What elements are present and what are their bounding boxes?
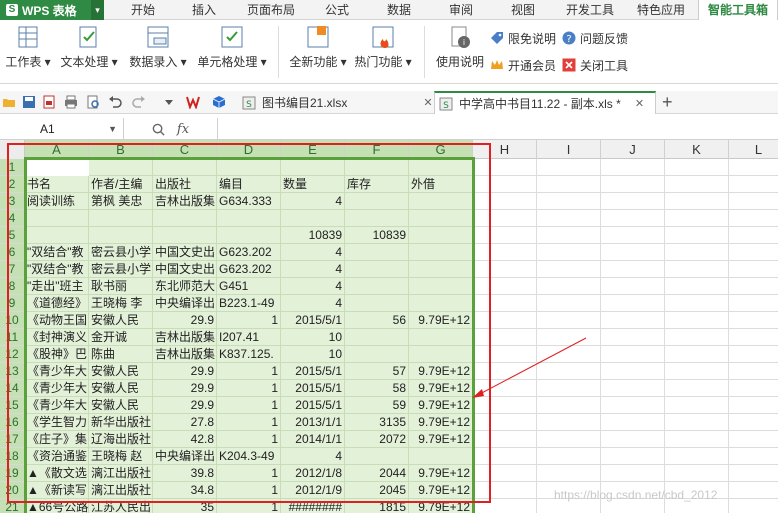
zoom-search-icon[interactable] [152, 123, 165, 136]
feedback-button[interactable]: ? 问题反馈 [562, 30, 628, 46]
excel-file-icon: S [242, 96, 256, 110]
chevron-down-icon: ▾ [337, 55, 347, 69]
hot-feature-button[interactable]: 热门功能 ▾ [352, 24, 414, 70]
print-preview-icon[interactable] [86, 95, 100, 109]
formula-tools: fx [124, 118, 218, 140]
tab-data[interactable]: 数据 [372, 0, 426, 20]
help-info-label: 使用说明 [435, 55, 484, 69]
worksheet-label: 工作表 [5, 55, 42, 69]
close-icon[interactable]: ✕ [423, 96, 432, 109]
svg-text:S: S [443, 101, 449, 111]
hot-feature-label: 热门功能 [354, 55, 403, 69]
text-process-button[interactable]: 文本处理 ▾ [58, 24, 120, 70]
doc-tab-2[interactable]: S 中学高中书目11.22 - 副本.xls * ✕ [434, 91, 656, 114]
export-pdf-icon[interactable] [42, 95, 56, 109]
open-folder-icon[interactable] [2, 95, 16, 109]
annotation-arrow-head [472, 389, 484, 398]
tab-page-layout[interactable]: 页面布局 [238, 0, 304, 20]
annotation-arrow [472, 337, 587, 398]
worksheet-button[interactable]: 工作表 ▾ [4, 24, 52, 70]
cell-process-label: 单元格处理 [197, 55, 258, 69]
free-trial-info-label: 限免说明 [508, 31, 557, 46]
cell-reference: A1 [40, 122, 55, 136]
new-feature-icon [307, 26, 329, 48]
tab-view[interactable]: 视图 [496, 0, 550, 20]
cube-icon[interactable] [212, 95, 226, 109]
tab-review[interactable]: 审阅 [434, 0, 488, 20]
formula-bar: A1 ▼ fx [0, 118, 778, 140]
help-info-icon: i [451, 26, 470, 48]
chevron-down-icon: ▾ [177, 55, 187, 69]
menu-bar: S WPS 表格 ▾ 开始 插入 页面布局 公式 数据 审阅 视图 开发工具 特… [0, 0, 778, 20]
chevron-down-icon: ▾ [108, 55, 118, 69]
text-process-icon [79, 26, 97, 48]
new-feature-button[interactable]: 全新功能 ▾ [284, 24, 352, 70]
svg-text:?: ? [566, 34, 571, 45]
data-entry-button[interactable]: 数据录入 ▾ [126, 24, 190, 70]
ribbon: 工作表 ▾ 文本处理 ▾ 数据录入 ▾ 单元格处理 ▾ 全新功能 ▾ 热门功能 … [0, 20, 778, 84]
tab-formulas[interactable]: 公式 [312, 0, 362, 20]
undo-icon[interactable] [108, 95, 122, 109]
wps-w-logo-icon[interactable] [186, 95, 200, 109]
ribbon-divider [424, 26, 425, 78]
svg-text:S: S [246, 100, 252, 110]
close-tools-button[interactable]: 关闭工具 [562, 57, 628, 73]
wps-logo-icon: S [6, 4, 18, 16]
hot-feature-icon [372, 26, 394, 48]
tag-icon [491, 32, 503, 44]
doc-tab-1-label: 图书编目21.xlsx [262, 96, 348, 110]
wps-app-button[interactable]: S WPS 表格 ▾ [0, 0, 104, 20]
tab-insert[interactable]: 插入 [176, 0, 232, 20]
close-icon[interactable]: ✕ [635, 97, 644, 110]
excel-file-icon: S [439, 97, 453, 111]
free-trial-info-button[interactable]: 限免说明 [490, 30, 556, 46]
new-tab-plus-icon[interactable]: + [662, 92, 673, 113]
annotation-arrow-line [475, 337, 587, 397]
spreadsheet-grid: ABCDEFGHIJKL 1 2 书名 作者/主编 出版社 编目 数量 库存 外借 3 阅读训练 第枫… [0, 140, 778, 513]
doc-tab-2-label: 中学高中书目11.22 - 副本.xls * [459, 97, 621, 111]
worksheet-icon [18, 26, 38, 48]
customize-dropdown-icon[interactable] [162, 95, 176, 109]
data-entry-label: 数据录入 [129, 55, 178, 69]
close-icon [562, 58, 576, 72]
quick-access-bar: S 图书编目21.xlsx ✕ S 中学高中书目11.22 - 副本.xls *… [0, 91, 778, 114]
chevron-down-icon: ▾ [41, 55, 51, 69]
redo-icon[interactable] [132, 95, 146, 109]
chevron-down-icon: ▾ [402, 55, 412, 69]
crown-icon [491, 60, 503, 69]
doc-tab-1[interactable]: S 图书编目21.xlsx ✕ [238, 91, 434, 114]
tab-home[interactable]: 开始 [116, 0, 170, 20]
feedback-label: 问题反馈 [580, 31, 629, 46]
tab-smart-toolbox[interactable]: 智能工具箱 [698, 0, 778, 20]
watermark-text: https://blog.csdn.net/cbd_2012 [554, 488, 718, 502]
ribbon-divider [278, 26, 279, 78]
chevron-down-icon[interactable]: ▼ [108, 118, 117, 140]
insert-function-button[interactable]: fx [177, 122, 189, 137]
cell-process-button[interactable]: 单元格处理 ▾ [194, 24, 270, 70]
tab-special[interactable]: 特色应用 [628, 0, 694, 20]
formula-input[interactable] [220, 118, 776, 140]
tab-developer[interactable]: 开发工具 [556, 0, 624, 20]
chevron-down-icon[interactable]: ▾ [91, 0, 104, 20]
save-icon[interactable] [22, 95, 36, 109]
wps-app-label: WPS 表格 [22, 3, 77, 18]
chevron-down-icon: ▾ [257, 55, 267, 69]
membership-button[interactable]: 开通会员 [490, 57, 556, 73]
cell-process-icon [221, 26, 243, 48]
print-icon[interactable] [64, 95, 78, 109]
data-entry-icon [147, 26, 169, 48]
close-tools-label: 关闭工具 [580, 58, 629, 73]
membership-label: 开通会员 [508, 58, 557, 73]
help-info-button[interactable]: i 使用说明 [430, 24, 490, 70]
svg-text:i: i [463, 38, 465, 47]
name-box[interactable]: A1 ▼ [0, 118, 124, 140]
question-icon: ? [562, 31, 576, 45]
new-feature-label: 全新功能 [289, 55, 338, 69]
text-process-label: 文本处理 [60, 55, 109, 69]
